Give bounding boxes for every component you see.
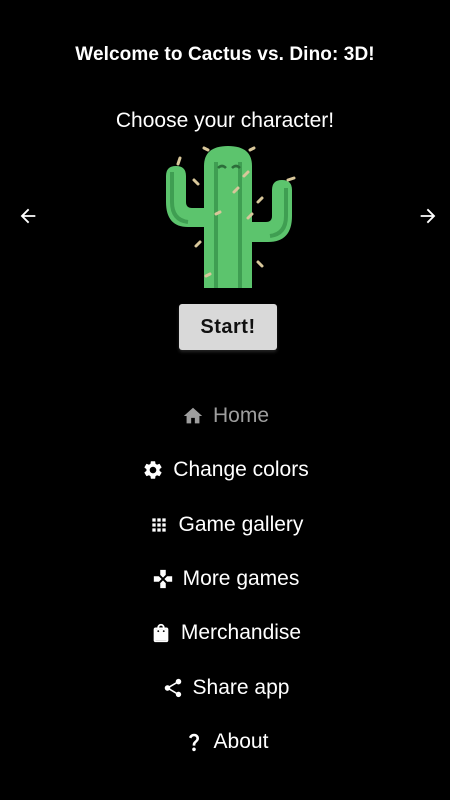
- home-icon: [181, 404, 205, 428]
- menu-item-label: About: [213, 729, 269, 753]
- menu-item-label: Merchandise: [180, 621, 302, 645]
- question-icon: [182, 730, 206, 754]
- menu-item-about[interactable]: About: [0, 715, 450, 769]
- menu-item-more-games[interactable]: More games: [0, 552, 450, 606]
- arrow-right-icon: [420, 208, 436, 224]
- gamepad-icon: [151, 567, 175, 591]
- menu-item-label: More games: [182, 567, 300, 591]
- menu-item-game-gallery[interactable]: Game gallery: [0, 498, 450, 552]
- menu-item-label: Share app: [192, 675, 290, 699]
- previous-character-button[interactable]: [12, 200, 44, 232]
- menu-item-share-app[interactable]: Share app: [0, 660, 450, 714]
- menu-item-label: Home: [212, 404, 270, 428]
- menu-item-home[interactable]: Home: [0, 389, 450, 443]
- menu-item-label: Game gallery: [178, 512, 304, 536]
- menu-item-change-colors[interactable]: Change colors: [0, 443, 450, 497]
- main-menu: Home Change colors Game gallery More gam…: [0, 389, 450, 769]
- menu-item-merchandise[interactable]: Merchandise: [0, 606, 450, 660]
- menu-item-label: Change colors: [173, 458, 309, 482]
- page-title: Welcome to Cactus vs. Dino: 3D!: [75, 44, 375, 65]
- next-character-button[interactable]: [412, 200, 444, 232]
- selected-character[interactable]: [158, 142, 298, 290]
- character-prompt: Choose your character!: [115, 109, 335, 132]
- share-icon: [161, 676, 185, 700]
- gear-icon: [141, 458, 165, 482]
- arrow-left-icon: [20, 208, 36, 224]
- shopping-bag-icon: [149, 621, 173, 645]
- cactus-icon: [166, 146, 296, 288]
- start-button[interactable]: Start!: [179, 304, 277, 350]
- grid-icon: [147, 513, 171, 537]
